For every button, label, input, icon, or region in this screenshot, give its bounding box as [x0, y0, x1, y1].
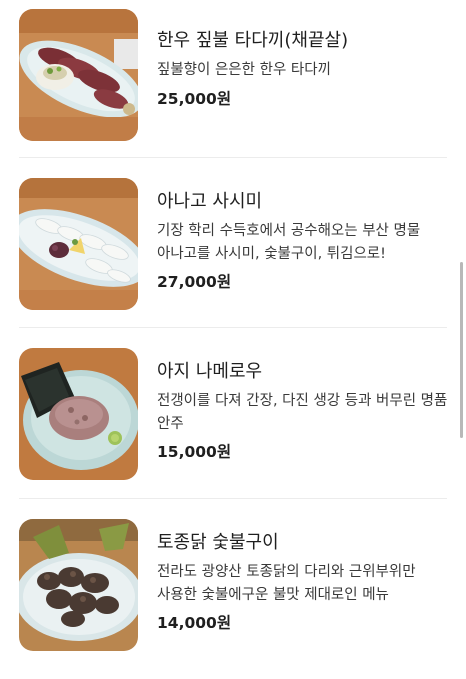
menu-item-charcoal-chicken[interactable]: 토종닭 숯불구이 전라도 광양산 토종닭의 다리와 근위부위만 사용한 숯불에구…: [0, 519, 466, 679]
scrollbar[interactable]: [460, 262, 463, 438]
aji-namerou-image: [19, 348, 138, 480]
menu-item-description: 전라도 광양산 토종닭의 다리와 근위부위만 사용한 숯불에구운 불맛 제대로인…: [157, 564, 416, 603]
anago-sashimi-image: [19, 178, 138, 310]
item-divider: [19, 327, 447, 328]
menu-item-price: 27,000원: [157, 273, 232, 291]
menu-item-info: 아나고 사시미 기장 학리 수득호에서 공수해오는 부산 명물 아나고를 사시미…: [157, 178, 453, 293]
menu-item-name: 아지 나메로우: [157, 361, 263, 382]
menu-list: 한우 짚불 타다끼(채끝살) 짚불향이 은은한 한우 타다끼 25,000원 아…: [0, 0, 466, 662]
menu-item-name: 한우 짚불 타다끼(채끝살): [157, 30, 349, 51]
menu-item-price: 25,000원: [157, 90, 232, 108]
menu-item-name: 토종닭 숯불구이: [157, 532, 279, 553]
beef-tataki-image: [19, 9, 138, 141]
menu-item-info: 아지 나메로우 전갱이를 다져 간장, 다진 생강 등과 버무린 명품 안주 1…: [157, 348, 453, 463]
menu-item-description: 짚불향이 은은한 한우 타다끼: [157, 62, 331, 78]
anago-sashimi-photo[interactable]: [19, 178, 138, 310]
menu-item-price: 14,000원: [157, 614, 232, 632]
beef-tataki-photo[interactable]: [19, 9, 138, 141]
item-divider: [19, 498, 447, 499]
charcoal-chicken-image: [19, 519, 138, 651]
menu-item-description: 기장 학리 수득호에서 공수해오는 부산 명물 아나고를 사시미, 숯불구이, …: [157, 223, 421, 262]
aji-namerou-photo[interactable]: [19, 348, 138, 480]
menu-item-beef-tataki[interactable]: 한우 짚불 타다끼(채끝살) 짚불향이 은은한 한우 타다끼 25,000원: [0, 9, 466, 169]
menu-item-aji-namerou[interactable]: 아지 나메로우 전갱이를 다져 간장, 다진 생강 등과 버무린 명품 안주 1…: [0, 348, 466, 508]
menu-item-info: 한우 짚불 타다끼(채끝살) 짚불향이 은은한 한우 타다끼 25,000원: [157, 9, 453, 110]
item-divider: [19, 157, 447, 158]
menu-item-info: 토종닭 숯불구이 전라도 광양산 토종닭의 다리와 근위부위만 사용한 숯불에구…: [157, 519, 453, 634]
charcoal-chicken-photo[interactable]: [19, 519, 138, 651]
menu-item-price: 15,000원: [157, 443, 232, 461]
menu-item-name: 아나고 사시미: [157, 191, 263, 212]
menu-item-anago-sashimi[interactable]: 아나고 사시미 기장 학리 수득호에서 공수해오는 부산 명물 아나고를 사시미…: [0, 178, 466, 338]
menu-item-description: 전갱이를 다져 간장, 다진 생강 등과 버무린 명품 안주: [157, 393, 448, 432]
